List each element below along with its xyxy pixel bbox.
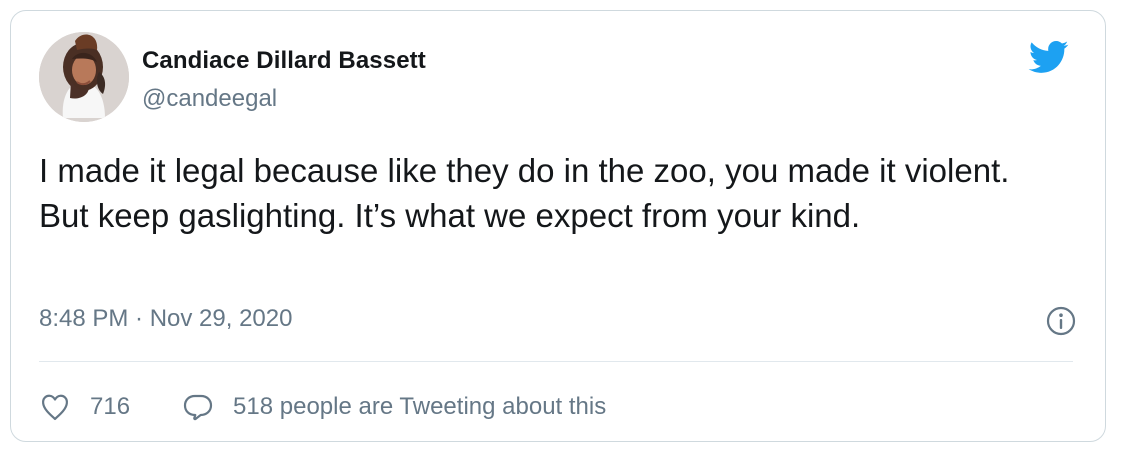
heart-icon <box>42 394 68 421</box>
conversation-text: 518 people are Tweeting about this <box>233 393 607 420</box>
tweet-actions: 716 518 people are Tweeting about this <box>39 389 606 425</box>
speech-bubble-icon <box>183 394 213 421</box>
user-avatar-icon <box>39 32 129 122</box>
twitter-bird-icon[interactable] <box>1025 37 1073 77</box>
author-handle[interactable]: @candeegal <box>142 85 277 113</box>
avatar[interactable] <box>39 32 129 122</box>
tweet-card: Candiace Dillard Bassett @candeegal I ma… <box>10 10 1106 442</box>
tweet-timestamp[interactable]: 8:48 PM · Nov 29, 2020 <box>39 305 292 333</box>
divider <box>39 361 1073 362</box>
like-button[interactable]: 716 <box>39 391 130 423</box>
info-icon[interactable] <box>1045 305 1077 337</box>
tweet-text: I made it legal because like they do in … <box>39 152 1010 234</box>
like-count: 716 <box>90 393 131 420</box>
author-name[interactable]: Candiace Dillard Bassett <box>142 47 426 75</box>
conversation-button[interactable]: 518 people are Tweeting about this <box>182 391 606 423</box>
